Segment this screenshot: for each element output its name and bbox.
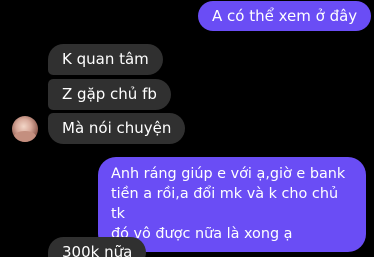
message-text-line: Anh ráng giúp e với ạ,giờ e bank <box>111 166 346 182</box>
message-text: 300k nữa <box>62 243 133 257</box>
message-text: A có thể xem ở đây <box>212 7 358 25</box>
incoming-message-bubble[interactable]: 300k nữa <box>48 237 147 257</box>
chat-thread: A có thể xem ở đây K quan tâm Z gặp chủ … <box>0 0 374 257</box>
contact-avatar[interactable] <box>12 116 38 142</box>
message-text-line: tiền a rồi,a đổi mk và k cho chủ tk <box>111 186 339 222</box>
message-text-line: đó vô được nữa là xong ạ <box>111 226 293 242</box>
message-text: Mà nói chuyện <box>62 119 172 137</box>
message-text: K quan tâm <box>62 50 149 68</box>
message-text: Z gặp chủ fb <box>62 85 157 103</box>
outgoing-message-bubble[interactable]: Anh ráng giúp e với ạ,giờ e bank tiền a … <box>98 157 366 252</box>
outgoing-message-bubble[interactable]: A có thể xem ở đây <box>198 1 372 31</box>
incoming-message-bubble[interactable]: Mà nói chuyện <box>48 113 186 144</box>
incoming-message-bubble[interactable]: Z gặp chủ fb <box>48 79 171 110</box>
incoming-message-bubble[interactable]: K quan tâm <box>48 44 163 75</box>
